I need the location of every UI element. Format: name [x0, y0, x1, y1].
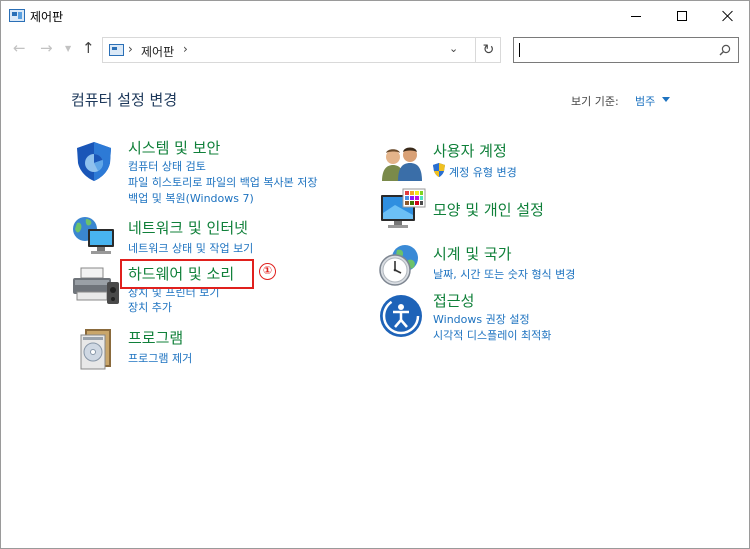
users-icon[interactable]	[379, 143, 425, 183]
control-panel-window: 제어판 ← → ▼ ↑ › 제어판 › ⌄ ↻ 컴퓨터 설정 변경 보기 기준:…	[0, 0, 750, 549]
minimize-button[interactable]	[613, 1, 659, 31]
link-windows-recommended-settings[interactable]: Windows 권장 설정	[433, 311, 530, 327]
navigation-bar: ← → ▼ ↑ › 제어판 › ⌄ ↻	[1, 34, 749, 64]
link-file-history-backup[interactable]: 파일 히스토리로 파일의 백업 복사본 저장	[128, 174, 318, 190]
link-review-computer-status[interactable]: 컴퓨터 상태 검토	[128, 158, 206, 174]
category-system-security[interactable]: 시스템 및 보안	[128, 137, 220, 158]
programs-disc-icon[interactable]	[77, 327, 117, 371]
breadcrumb-chevron-icon[interactable]: ›	[128, 42, 133, 56]
address-bar[interactable]: › 제어판 › ⌄ ↻	[102, 37, 501, 63]
link-change-account-type[interactable]: 계정 유형 변경	[449, 164, 517, 180]
printer-speaker-icon[interactable]	[71, 266, 121, 306]
breadcrumb-chevron-icon[interactable]: ›	[183, 42, 188, 56]
close-button[interactable]	[705, 1, 749, 31]
control-panel-app-icon	[9, 9, 25, 22]
search-input[interactable]	[513, 37, 739, 63]
annotation-step-badge: ①	[259, 263, 276, 280]
view-by-chevron-icon[interactable]	[662, 97, 670, 102]
category-clock-region[interactable]: 시계 및 국가	[433, 243, 512, 264]
category-user-accounts[interactable]: 사용자 계정	[433, 140, 507, 161]
link-optimize-visual-display[interactable]: 시각적 디스플레이 최적화	[433, 327, 551, 343]
link-uninstall-program[interactable]: 프로그램 제거	[128, 350, 192, 366]
close-icon	[722, 10, 734, 22]
link-add-device[interactable]: 장치 추가	[128, 299, 172, 315]
control-panel-small-icon	[109, 44, 124, 56]
category-programs[interactable]: 프로그램	[128, 327, 183, 348]
category-appearance-personalization[interactable]: 모양 및 개인 설정	[433, 199, 544, 220]
monitor-palette-icon[interactable]	[379, 187, 427, 233]
breadcrumb-control-panel[interactable]: 제어판	[141, 43, 174, 60]
link-change-date-time-number-formats[interactable]: 날짜, 시간 또는 숫자 형식 변경	[433, 266, 575, 282]
maximize-icon	[677, 11, 687, 21]
search-icon[interactable]	[719, 44, 731, 56]
window-title: 제어판	[30, 10, 64, 24]
category-network-internet[interactable]: 네트워크 및 인터넷	[128, 217, 248, 238]
title-bar: 제어판	[1, 1, 749, 31]
recent-locations-chevron-icon[interactable]: ▼	[65, 40, 71, 58]
annotation-highlight-box	[120, 259, 254, 289]
link-backup-restore-win7[interactable]: 백업 및 복원(Windows 7)	[128, 190, 254, 206]
view-by-label: 보기 기준:	[571, 95, 619, 108]
ease-of-access-icon[interactable]	[379, 294, 423, 338]
network-globe-icon[interactable]	[71, 213, 119, 257]
uac-shield-icon	[433, 163, 445, 177]
view-by-dropdown[interactable]: 범주	[635, 93, 655, 109]
category-ease-of-access[interactable]: 접근성	[433, 290, 474, 311]
minimize-icon	[631, 15, 641, 17]
link-view-network-status[interactable]: 네트워크 상태 및 작업 보기	[128, 240, 253, 256]
maximize-button[interactable]	[659, 1, 705, 31]
address-dropdown-chevron-icon[interactable]: ⌄	[449, 42, 458, 55]
back-arrow-icon[interactable]: ←	[13, 39, 26, 57]
page-title: 컴퓨터 설정 변경	[71, 91, 178, 109]
forward-arrow-icon[interactable]: →	[40, 39, 53, 57]
text-cursor	[519, 43, 520, 57]
clock-globe-icon[interactable]	[377, 242, 423, 288]
shield-icon[interactable]	[72, 139, 116, 183]
up-arrow-icon[interactable]: ↑	[82, 39, 95, 57]
refresh-icon[interactable]: ↻	[475, 38, 501, 62]
